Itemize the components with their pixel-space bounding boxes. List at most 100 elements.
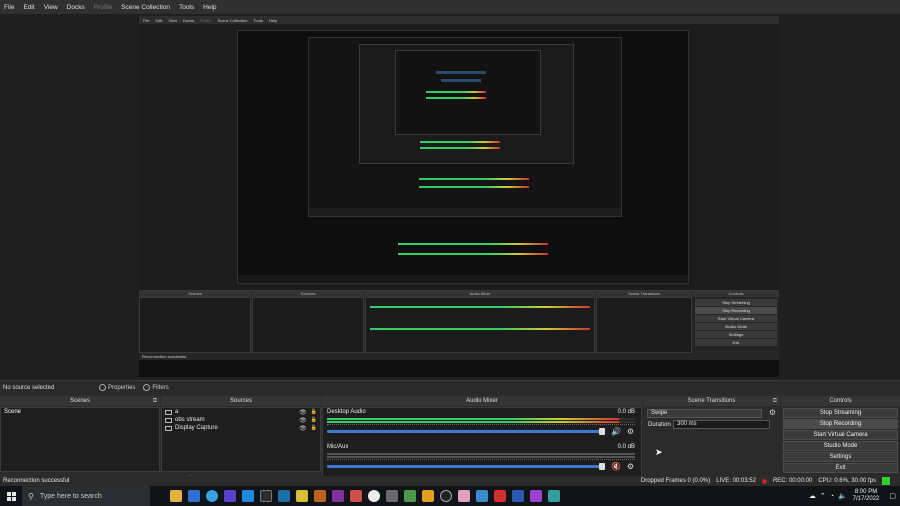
app-icon[interactable] [188, 490, 200, 502]
app-icon[interactable] [404, 490, 416, 502]
nested-menu-bar: File Edit View Docks Profile Scene Colle… [139, 16, 779, 24]
dock-float-icon[interactable]: ⧉ [153, 396, 157, 406]
exit-button[interactable]: Exit [783, 463, 898, 473]
clock[interactable]: 8:00 PM 7/17/2022 [853, 489, 880, 503]
scenes-dock: Scenes ⧉ Scene + − ∧ ∨ [0, 396, 160, 486]
source-item[interactable]: obs stream 👁 🔓 [162, 416, 320, 424]
app-icon[interactable] [260, 490, 272, 502]
transition-select[interactable]: Swipe [647, 409, 762, 418]
wifi-icon[interactable]: ◔ [830, 493, 834, 500]
nested-meter [426, 97, 486, 99]
app-icon[interactable] [350, 490, 362, 502]
browser-icon[interactable] [206, 490, 218, 502]
meter-scale [327, 424, 635, 428]
start-virtual-camera-button[interactable]: Start Virtual Camera [783, 430, 898, 440]
status-stats: Dropped Frames 0 (0.0%) LIVE: 00:03:52 R… [635, 476, 890, 486]
chevron-up-icon[interactable]: ⌃ [820, 492, 826, 500]
source-item[interactable]: a 👁 🔓 [162, 408, 320, 416]
menu-edit[interactable]: Edit [23, 4, 34, 11]
menu-profile[interactable]: Profile [94, 4, 112, 11]
taskbar-search[interactable]: ⚲ Type here to search [22, 486, 150, 506]
preview-area[interactable]: File Edit View Docks Profile Scene Colle… [0, 14, 900, 380]
connection-status-indicator [882, 477, 890, 485]
nested-taskbar [238, 275, 688, 283]
audio-level-meter [327, 456, 635, 458]
gear-icon[interactable]: ⚙ [627, 427, 634, 436]
nested-capture-level-5 [395, 50, 541, 135]
scene-transitions-dock: Scene Transitions ⧉ Swipe ⚙ Duration 300… [643, 396, 780, 486]
menu-tools[interactable]: Tools [179, 4, 194, 11]
filters-button[interactable]: Filters [143, 384, 169, 391]
lock-icon[interactable]: 🔓 [311, 417, 317, 423]
start-button[interactable] [0, 486, 22, 506]
audio-mixer-dock: Audio Mixer Desktop Audio 0.0 dB 🔊 ⚙ Mic… [322, 396, 642, 486]
sources-title: Sources [161, 396, 321, 406]
edge-icon[interactable] [242, 490, 254, 502]
volume-slider[interactable] [327, 430, 603, 433]
mixer-title: Audio Mixer [322, 396, 642, 406]
stop-recording-button[interactable]: Stop Recording [783, 419, 898, 429]
menu-docks[interactable]: Docks [67, 4, 85, 11]
nested-docks: Scenes Sources Audio Mixer Scene Transit… [139, 290, 779, 356]
source-toolbar: No source selected Properties Filters [0, 380, 900, 394]
visibility-eye-icon[interactable]: 👁 [299, 417, 307, 424]
menu-view[interactable]: View [44, 4, 58, 11]
app-icon[interactable] [458, 490, 470, 502]
nested-bar [436, 71, 486, 74]
preview-canvas: File Edit View Docks Profile Scene Colle… [139, 16, 779, 377]
source-item[interactable]: Display Capture 👁 🔓 [162, 424, 320, 432]
gear-icon [99, 384, 106, 391]
dock-float-icon[interactable]: ⧉ [773, 396, 777, 406]
nested-meter [419, 178, 529, 180]
obs-icon[interactable] [440, 490, 452, 502]
nested-capture-level-4 [359, 44, 574, 164]
mouse-cursor-icon: ➤ [655, 447, 663, 457]
app-icon[interactable] [494, 490, 506, 502]
app-icon[interactable] [548, 490, 560, 502]
nested-meter [420, 141, 500, 143]
volume-slider-handle[interactable] [599, 463, 605, 470]
sources-list[interactable]: a 👁 🔓 obs stream 👁 🔓 Display Capture 👁 🔓 [161, 407, 321, 472]
file-explorer-icon[interactable] [170, 490, 182, 502]
app-icon[interactable] [314, 490, 326, 502]
app-icon[interactable] [368, 490, 380, 502]
speaker-icon[interactable]: 🔊 [611, 427, 621, 436]
scenes-list[interactable]: Scene [0, 407, 160, 472]
cloud-icon[interactable]: ☁ [809, 492, 816, 500]
menu-help[interactable]: Help [203, 4, 216, 11]
app-icon[interactable] [224, 490, 236, 502]
app-icon[interactable] [386, 490, 398, 502]
app-icon[interactable] [476, 490, 488, 502]
menu-file[interactable]: File [4, 4, 14, 11]
duration-input[interactable]: 300 ms [673, 420, 770, 429]
gear-icon[interactable]: ⚙ [627, 462, 634, 471]
muted-speaker-icon[interactable]: 🔇 [611, 462, 621, 471]
notification-icon[interactable]: ▢ [889, 492, 896, 500]
volume-icon[interactable]: 🔈 [838, 492, 847, 500]
volume-slider-handle[interactable] [599, 428, 605, 435]
system-tray: ☁ ⌃ ◔ 🔈 8:00 PM 7/17/2022 ▢ [805, 486, 896, 506]
app-icon[interactable] [296, 490, 308, 502]
gear-icon[interactable]: ⚙ [769, 408, 776, 417]
app-icon[interactable] [332, 490, 344, 502]
search-icon: ⚲ [28, 491, 34, 501]
stop-streaming-button[interactable]: Stop Streaming [783, 408, 898, 418]
settings-button[interactable]: Settings [783, 452, 898, 462]
filter-icon [143, 384, 151, 391]
steam-icon[interactable] [278, 490, 290, 502]
app-icon[interactable] [422, 490, 434, 502]
lock-icon[interactable]: 🔓 [311, 425, 317, 431]
visibility-eye-icon[interactable]: 👁 [299, 425, 307, 432]
app-icon[interactable] [530, 490, 542, 502]
scene-item[interactable]: Scene [1, 408, 159, 416]
sources-dock: Sources a 👁 🔓 obs stream 👁 🔓 Display Cap… [161, 396, 321, 486]
properties-button[interactable]: Properties [99, 384, 135, 391]
taskbar: ⚲ Type here to search ☁ ⌃ ◔ 🔈 8:00 PM 7/ [0, 486, 900, 506]
app-icon[interactable] [512, 490, 524, 502]
visibility-eye-icon[interactable]: 👁 [299, 409, 307, 416]
menu-scene-collection[interactable]: Scene Collection [121, 4, 170, 11]
lock-icon[interactable]: 🔓 [311, 409, 317, 415]
scenes-title: Scenes ⧉ [0, 396, 160, 406]
studio-mode-button[interactable]: Studio Mode [783, 441, 898, 451]
volume-slider[interactable] [327, 465, 603, 468]
